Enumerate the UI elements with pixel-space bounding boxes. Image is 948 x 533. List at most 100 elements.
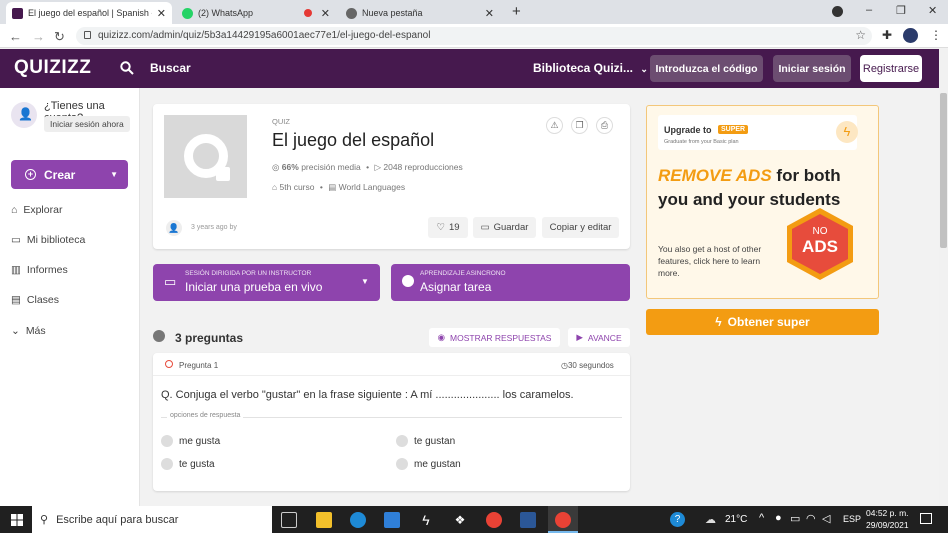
quizizz-logo[interactable]: QUIZIZZ [14, 57, 91, 79]
dropbox-icon[interactable]: ❖ [452, 512, 468, 528]
language-indicator[interactable]: ESP [843, 514, 861, 524]
copy-edit-button[interactable]: Copiar y editar [542, 217, 619, 238]
play-icon: ▶ [576, 332, 583, 342]
assign-homework-button[interactable]: APRENDIZAJE ASINCRONO Asignar tarea [391, 264, 630, 301]
sidebar-item-label: Más [25, 325, 46, 337]
extensions-icon[interactable]: ✚ [882, 28, 892, 42]
search-input[interactable]: Buscar [150, 61, 191, 75]
tab-whatsapp[interactable]: (2) WhatsApp ✕ [176, 2, 336, 24]
save-label: Guardar [493, 222, 529, 233]
get-super-button[interactable]: ϟ Obtener super [646, 309, 879, 335]
library-dropdown[interactable]: Biblioteca Quizi... ⌄ [533, 61, 648, 75]
question-card: Pregunta 1 ◷30 segundos Q. Conjuga el ve… [153, 353, 630, 491]
notification-icon[interactable] [920, 513, 932, 524]
taskbar-search-input[interactable]: ⚲ Escribe aquí para buscar [32, 506, 272, 533]
scrollbar-thumb[interactable] [940, 93, 947, 248]
reload-icon[interactable]: ↻ [54, 29, 65, 45]
minimize-button[interactable]: – [866, 4, 872, 16]
upgrade-box: Upgrade to SUPER Graduate from your Basi… [658, 115, 858, 150]
login-now-button[interactable]: Iniciar sesión ahora [44, 116, 130, 132]
clock-date[interactable]: 29/09/2021 [866, 520, 909, 530]
login-button[interactable]: Iniciar sesión [773, 55, 851, 82]
sidebar-item-classes[interactable]: ▤ Clases [11, 294, 59, 306]
scrollbar[interactable] [939, 49, 948, 506]
avatar[interactable] [903, 28, 918, 43]
option-label: me gusta [179, 435, 221, 447]
clock-time[interactable]: 04:52 p. m. [866, 508, 909, 518]
tab-quizizz[interactable]: El juego del español | Spanish - Q ✕ [6, 2, 172, 24]
sidebar-item-label: Mi biblioteca [26, 234, 86, 246]
sidebar-item-library[interactable]: ▭ Mi biblioteca [11, 234, 85, 246]
new-tab-button[interactable]: + [512, 3, 521, 20]
chrome-icon[interactable] [486, 512, 502, 528]
quiz-title: El juego del español [272, 130, 435, 150]
avatar: 👤 [166, 220, 182, 236]
battery-icon[interactable]: ▭ [790, 512, 800, 525]
print-icon[interactable]: ⎙ [596, 117, 613, 134]
report-icon[interactable]: ⚠ [546, 117, 563, 134]
wifi-icon[interactable]: ◠ [806, 512, 816, 525]
save-button[interactable]: ▭ Guardar [473, 217, 536, 238]
bookmark-star-icon[interactable]: ☆ [855, 28, 866, 42]
eye-icon: ◉ [437, 332, 446, 342]
create-button[interactable]: + Crear ▼ [11, 160, 128, 189]
caret-down-icon: ▼ [361, 277, 369, 286]
super-ad-panel[interactable]: Upgrade to SUPER Graduate from your Basi… [646, 105, 879, 299]
preview-button[interactable]: ▶ AVANCE [568, 328, 630, 347]
windows-start-icon[interactable] [11, 514, 23, 526]
preview-label: AVANCE [587, 332, 622, 343]
live-small-label: SESIÓN DIRIGIDA POR UN INSTRUCTOR [185, 270, 312, 277]
volume-icon[interactable]: ◁ [822, 512, 830, 525]
quiz-meta: ⌂ 5th curso • ▤ World Languages [272, 182, 406, 192]
url-bar[interactable]: quizizz.com/admin/quiz/5b3a14429195a6001… [76, 27, 872, 45]
help-icon[interactable]: ? [670, 512, 685, 527]
profile-icon[interactable] [832, 6, 843, 17]
url-text: quizizz.com/admin/quiz/5b3a14429195a6001… [98, 30, 431, 41]
enter-code-button[interactable]: Introduzca el código [650, 55, 763, 82]
sidebar-item-reports[interactable]: ▥ Informes [11, 264, 68, 276]
book-icon: ▤ [328, 182, 337, 192]
answer-option: te gusta [161, 458, 215, 470]
sidebar-item-label: Clases [26, 294, 60, 306]
weather-temp[interactable]: 21°C [725, 514, 747, 525]
file-explorer-icon[interactable] [316, 512, 332, 528]
forward-arrow-icon[interactable]: → [32, 29, 45, 44]
live-label: Iniciar una prueba en vivo [185, 280, 323, 294]
chart-icon: ▥ [11, 264, 21, 276]
microphone-icon[interactable]: ● [775, 512, 782, 524]
sidebar-item-more[interactable]: ⌄ Más [11, 325, 46, 337]
folder-icon: ▭ [480, 222, 490, 233]
sidebar-item-label: Informes [26, 264, 68, 276]
start-live-quiz-button[interactable]: ▭ SESIÓN DIRIGIDA POR UN INSTRUCTOR Inic… [153, 264, 380, 301]
copy-icon[interactable]: ❐ [571, 117, 588, 134]
task-view-icon[interactable] [281, 512, 297, 528]
edge-icon[interactable] [350, 512, 366, 528]
kebab-menu-icon[interactable]: ⋮ [930, 28, 942, 42]
show-answers-button[interactable]: ◉ MOSTRAR RESPUESTAS [429, 328, 560, 347]
close-tab-icon[interactable]: ✕ [157, 7, 166, 20]
quiz-type: QUIZ [272, 117, 290, 126]
target-icon: ◎ [272, 162, 280, 172]
sidebar-item-explore[interactable]: ⌂ Explorar [11, 204, 62, 216]
accuracy-label: precisión media [301, 162, 361, 172]
library-label: Biblioteca Quizi... [533, 61, 634, 75]
word-icon[interactable] [520, 512, 536, 528]
option-label: te gusta [179, 458, 215, 470]
close-tab-icon[interactable]: ✕ [485, 7, 494, 20]
accuracy-value: 66% [281, 162, 299, 172]
close-window-button[interactable]: ✕ [928, 4, 937, 17]
mail-icon[interactable] [384, 512, 400, 528]
ads-label: ADS [802, 237, 838, 256]
active-app-tile[interactable] [548, 506, 578, 533]
tab-new-tab[interactable]: Nueva pestaña ✕ [340, 2, 500, 24]
lightning-app-icon[interactable]: ϟ [418, 512, 434, 528]
register-button[interactable]: Registrarse [860, 55, 922, 82]
chevron-up-icon[interactable]: ^ [759, 512, 764, 524]
lightning-icon: ϟ [836, 121, 858, 143]
close-tab-icon[interactable]: ✕ [321, 7, 330, 20]
back-arrow-icon[interactable]: ← [9, 29, 22, 44]
like-button[interactable]: ♡ 19 [428, 217, 468, 238]
answer-option: me gusta [161, 435, 220, 447]
get-super-label: Obtener super [727, 315, 810, 329]
maximize-button[interactable]: ❐ [896, 4, 906, 17]
